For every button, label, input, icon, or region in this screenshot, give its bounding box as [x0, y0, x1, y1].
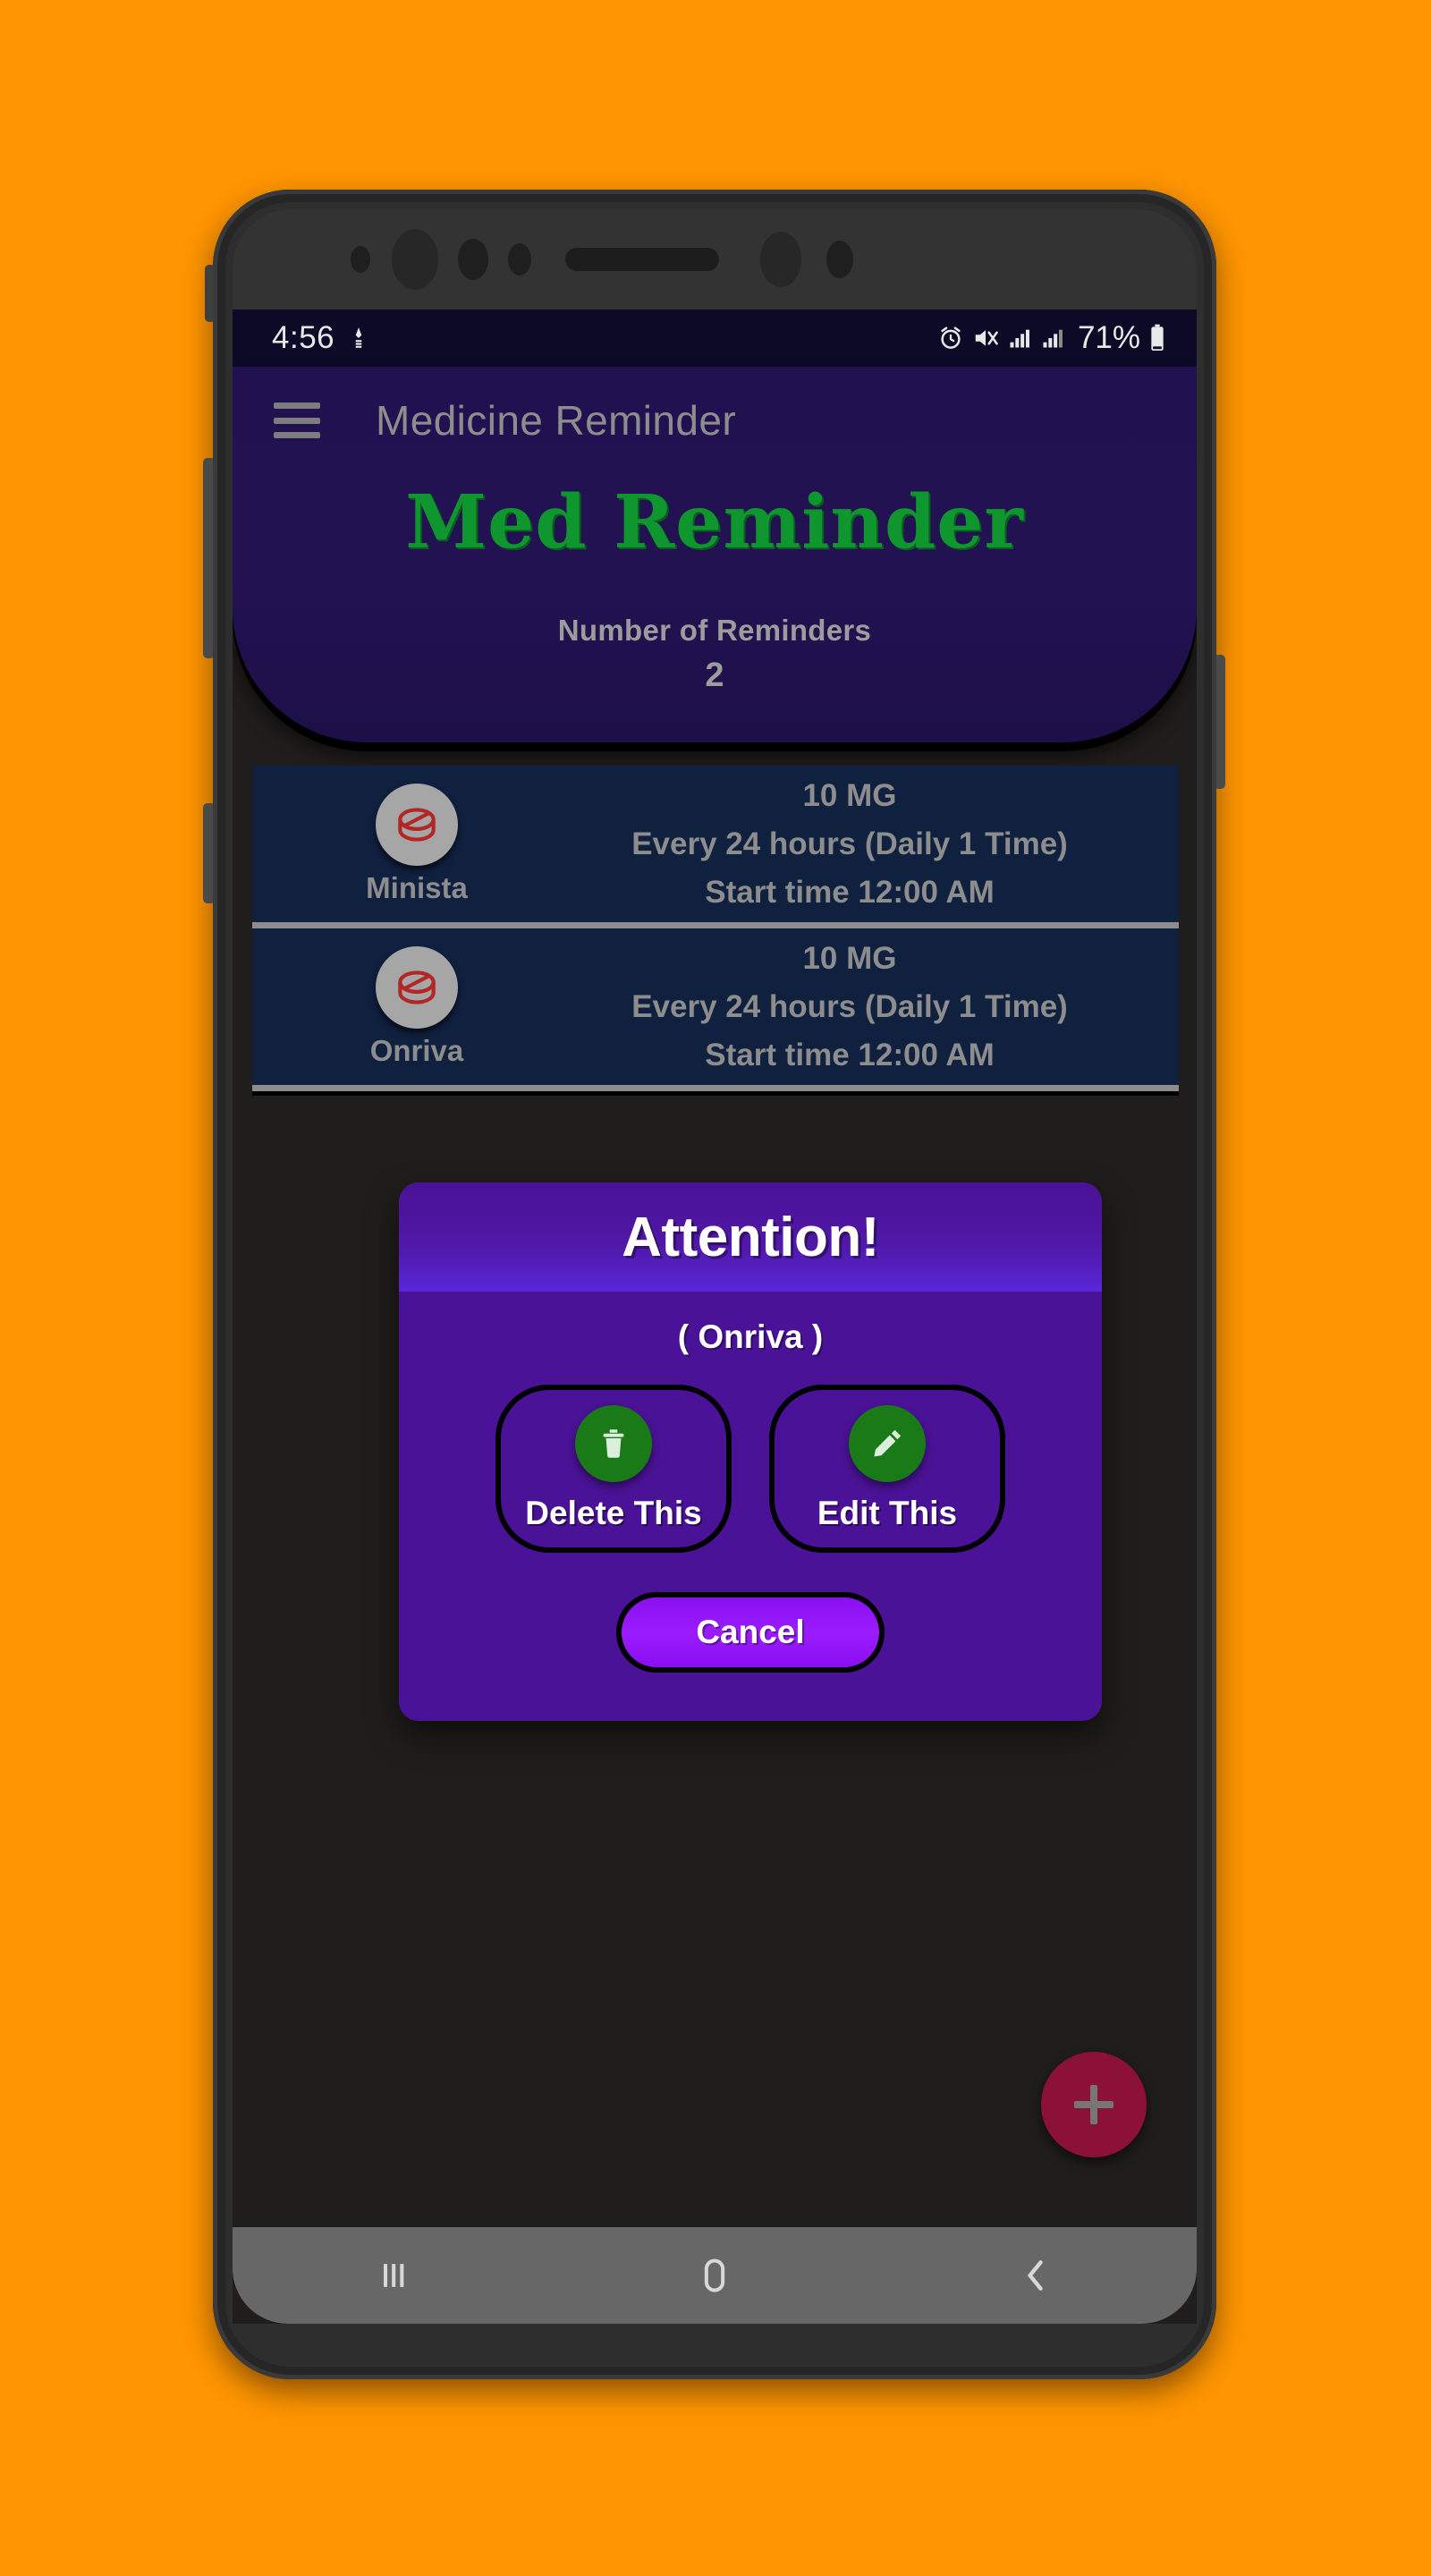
trash-icon [575, 1405, 652, 1482]
dialog-subtitle: ( Onriva ) [677, 1318, 824, 1355]
delete-this-label: Delete This [525, 1495, 702, 1531]
volume-up-button[interactable] [203, 458, 216, 658]
dialog-header: Attention! [399, 1182, 1102, 1292]
home-icon [704, 2258, 725, 2292]
phone-frame: 4:56 71% Medicine Reminder Med Reminder … [203, 190, 1225, 2379]
sensor-dot-icon [760, 232, 801, 287]
dialog-actions: Delete This Edit This [399, 1385, 1102, 1553]
recents-button[interactable] [322, 2227, 465, 2324]
delete-this-button[interactable]: Delete This [495, 1385, 732, 1553]
edit-this-label: Edit This [817, 1495, 958, 1531]
sensor-dot-icon [826, 241, 853, 278]
phone-top-bezel [233, 209, 1197, 309]
sensor-dot-icon [508, 243, 531, 275]
earpiece-speaker-icon [565, 248, 719, 271]
back-button[interactable] [964, 2227, 1107, 2324]
phone-screen: 4:56 71% Medicine Reminder Med Reminder … [233, 309, 1197, 2324]
front-camera-icon [392, 229, 438, 290]
dialog-title: Attention! [622, 1206, 879, 1268]
sensor-dot-icon [458, 239, 488, 280]
system-nav-bar [233, 2227, 1197, 2324]
back-icon [1028, 2260, 1044, 2291]
power-button[interactable] [205, 265, 216, 322]
pencil-icon [849, 1405, 926, 1482]
side-key-button[interactable] [1214, 655, 1225, 789]
home-button[interactable] [643, 2227, 786, 2324]
sensor-dot-icon [351, 246, 370, 273]
attention-dialog: Attention! ( Onriva ) Delete This Edit T… [399, 1182, 1102, 1721]
edit-this-button[interactable]: Edit This [769, 1385, 1005, 1553]
volume-down-button[interactable] [203, 803, 216, 903]
recents-icon [383, 2264, 404, 2287]
cancel-button[interactable]: Cancel [616, 1592, 885, 1673]
